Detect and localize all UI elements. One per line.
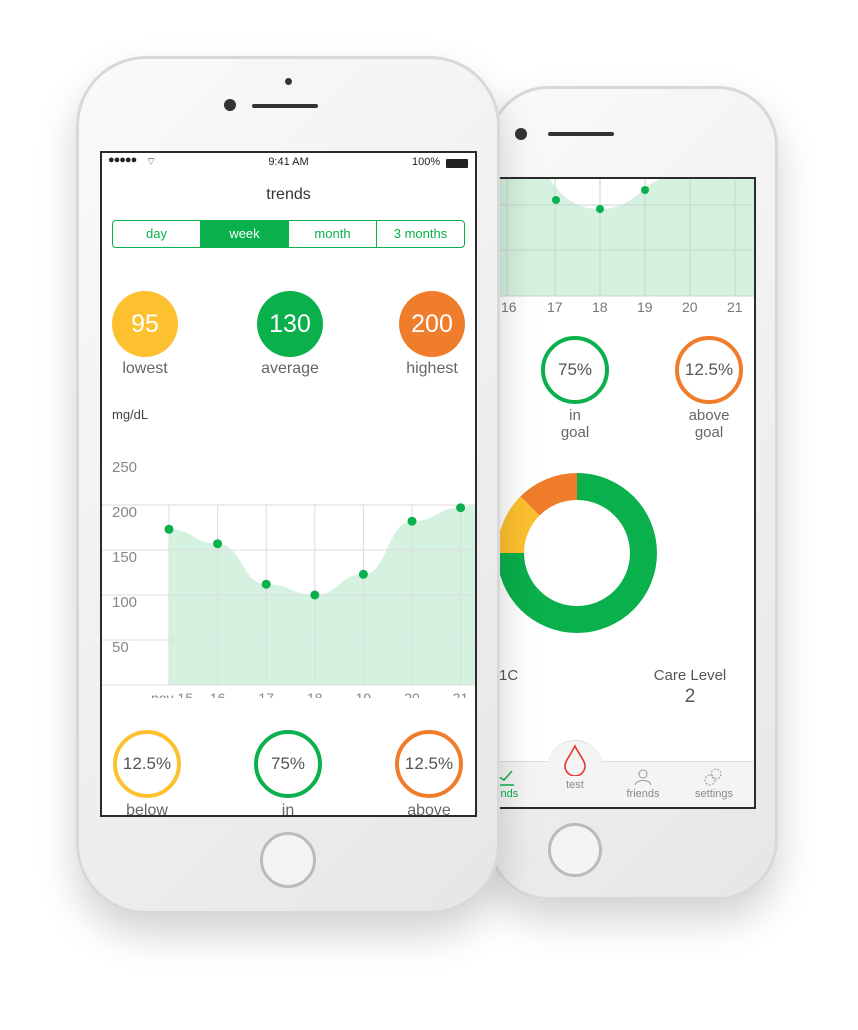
in-goal-label: in — [569, 407, 581, 424]
tab-bar: trends test friends settings — [495, 740, 754, 807]
range-segmented-control: day week month 3 months — [112, 220, 465, 248]
care-level-value: 2 — [684, 686, 696, 707]
speaker — [548, 132, 614, 136]
back-screen: 16 17 18 19 20 21 75% in goal 12.5% above… — [495, 177, 756, 809]
above-goal-label: goal — [694, 424, 724, 441]
y-tick: 100 — [112, 594, 137, 611]
in-goal-label: goal — [560, 424, 590, 441]
tab-week[interactable]: week — [200, 221, 288, 247]
average-value: 130 — [257, 291, 323, 357]
below-label: below — [126, 802, 168, 817]
friends-icon — [634, 769, 652, 786]
y-tick: 50 — [112, 639, 129, 656]
data-point — [358, 569, 368, 579]
data-point — [407, 516, 417, 526]
home-button[interactable] — [260, 832, 316, 888]
gear-icon — [704, 768, 722, 786]
front-screen: ●●●●● ⌔ 9:41 AM 100% trends day week mon… — [100, 151, 477, 817]
x-tick: 21 — [727, 299, 743, 315]
tab-label: settings — [695, 788, 733, 800]
tab-month[interactable]: month — [288, 221, 376, 247]
x-tick: nov 15 — [151, 690, 193, 698]
page-title: trends — [266, 186, 311, 203]
x-tick: 20 — [682, 299, 698, 315]
tab-label: trends — [495, 788, 519, 800]
in-goal-ring: 75% — [254, 730, 322, 798]
lowest-value: 95 — [112, 291, 178, 357]
x-tick: 18 — [307, 690, 323, 698]
above-label: above — [407, 802, 451, 817]
goal-donut — [497, 473, 657, 633]
camera — [224, 99, 236, 111]
highest-label: highest — [406, 360, 458, 377]
highest-value: 200 — [399, 291, 465, 357]
y-tick: 150 — [112, 549, 137, 566]
tab-friends[interactable]: friends — [611, 762, 675, 800]
data-point — [261, 579, 271, 589]
data-point — [310, 590, 320, 600]
in-label: in — [281, 802, 295, 817]
x-tick: 18 — [592, 299, 608, 315]
x-tick: 21 — [453, 690, 469, 698]
data-point — [641, 186, 649, 194]
front-sensor — [285, 78, 292, 85]
in-goal-ring: 75% — [541, 336, 609, 404]
data-point — [164, 524, 174, 534]
x-tick: 19 — [637, 299, 653, 315]
battery-icon — [446, 159, 468, 168]
above-goal-ring: 12.5% — [395, 730, 463, 798]
tab-settings[interactable]: settings — [682, 762, 746, 800]
home-button[interactable] — [548, 823, 602, 877]
care-level-label: Care Level — [653, 667, 727, 684]
data-point — [552, 196, 560, 204]
y-tick: 200 — [112, 504, 137, 521]
data-point — [596, 205, 604, 213]
tab-3-months[interactable]: 3 months — [376, 221, 464, 247]
data-point — [456, 503, 466, 513]
speaker — [252, 104, 318, 108]
tab-day[interactable]: day — [113, 221, 200, 247]
lowest-label: lowest — [122, 360, 168, 377]
below-goal-ring: 12.5% — [113, 730, 181, 798]
camera — [515, 128, 527, 140]
tab-trends[interactable]: trends — [495, 762, 535, 800]
status-bar: ●●●●● ⌔ 9:41 AM 100% — [102, 153, 475, 173]
x-tick: 20 — [404, 690, 420, 698]
x-tick: 16 — [501, 299, 517, 315]
x-tick: 16 — [210, 690, 226, 698]
tab-label: friends — [626, 788, 660, 800]
glucose-chart: 250 200 150 100 50 nov 15 16 17 18 19 20 21 — [102, 459, 475, 698]
average-label: average — [261, 360, 319, 377]
x-tick: 17 — [258, 690, 274, 698]
blood-drop-icon — [564, 744, 586, 777]
battery-level: 100% — [412, 156, 441, 168]
x-tick: 19 — [356, 690, 372, 698]
tab-test[interactable]: test — [543, 744, 607, 791]
y-axis-unit: mg/dL — [112, 407, 149, 422]
data-point — [213, 539, 223, 549]
back-chart — [495, 179, 754, 297]
y-tick: 250 — [112, 459, 137, 476]
above-goal-ring: 12.5% — [675, 336, 743, 404]
above-goal-label: above — [688, 407, 730, 424]
tab-label: test — [566, 779, 584, 791]
x-tick: 17 — [547, 299, 563, 315]
